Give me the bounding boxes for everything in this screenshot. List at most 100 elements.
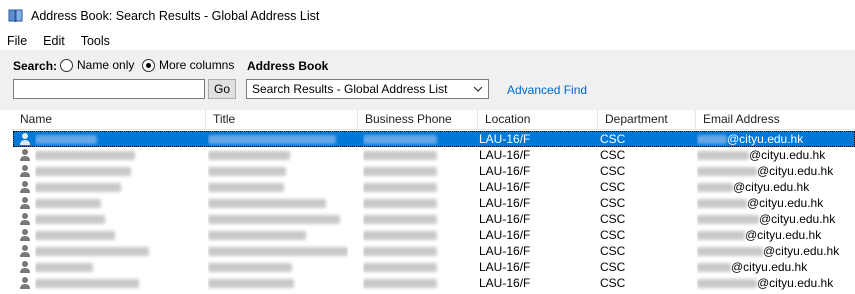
location-cell: LAU-16/F (479, 164, 531, 178)
user-icon (19, 180, 31, 194)
name-cell (35, 195, 195, 211)
search-toolbar: Search: Name only More columns Address B… (0, 50, 855, 110)
table-row[interactable]: LAU-16/F CSC @cityu.edu.hk (13, 147, 855, 163)
email-domain: @cityu.edu.hk (757, 276, 834, 290)
phone-cell (363, 243, 463, 259)
user-icon (19, 132, 31, 146)
radio-circle-checked[interactable] (142, 58, 155, 72)
name-cell (35, 275, 195, 291)
user-icon (19, 196, 31, 210)
location-cell: LAU-16/F (479, 212, 531, 226)
department-cell: CSC (600, 164, 626, 178)
table-row[interactable]: LAU-16/F CSC @cityu.edu.hk (13, 211, 855, 227)
table-row[interactable]: LAU-16/F CSC @cityu.edu.hk (13, 227, 855, 243)
address-book-icon (8, 9, 24, 23)
phone-cell (363, 147, 463, 163)
title-cell (208, 163, 348, 179)
phone-cell (363, 275, 463, 291)
radio-more-columns-label: More columns (159, 58, 235, 72)
department-cell: CSC (600, 260, 626, 274)
name-cell (35, 147, 195, 163)
email-domain: @cityu.edu.hk (731, 260, 808, 274)
table-row[interactable]: LAU-16/F CSC @cityu.edu.hk (13, 275, 855, 291)
location-cell: LAU-16/F (479, 260, 531, 274)
department-cell: CSC (600, 148, 626, 162)
title-cell (208, 195, 348, 211)
user-icon (19, 148, 31, 162)
location-cell: LAU-16/F (479, 276, 531, 290)
title-cell (208, 211, 348, 227)
title-cell (208, 259, 348, 275)
table-row[interactable]: LAU-16/F CSC @cityu.edu.hk (13, 131, 855, 147)
menu-file[interactable]: File (0, 34, 35, 48)
title-cell (208, 131, 348, 147)
go-button[interactable]: Go (208, 79, 236, 99)
department-cell: CSC (600, 212, 626, 226)
email-cell: @cityu.edu.hk (697, 163, 855, 179)
address-book-select[interactable]: Search Results - Global Address List (246, 79, 489, 99)
results-header: Name Title Business Phone Location Depar… (13, 110, 855, 130)
column-header-department[interactable]: Department (598, 110, 696, 130)
department-cell: CSC (600, 228, 626, 242)
chevron-down-icon[interactable] (473, 83, 483, 93)
email-domain: @cityu.edu.hk (747, 196, 824, 210)
menu-bar: File Edit Tools (0, 32, 855, 50)
email-domain: @cityu.edu.hk (757, 164, 834, 178)
table-row[interactable]: LAU-16/F CSC @cityu.edu.hk (13, 195, 855, 211)
user-icon (19, 260, 31, 274)
advanced-find-link[interactable]: Advanced Find (507, 83, 587, 97)
department-cell: CSC (600, 196, 626, 210)
menu-edit[interactable]: Edit (35, 34, 73, 48)
phone-cell (363, 227, 463, 243)
user-icon (19, 244, 31, 258)
column-header-location[interactable]: Location (478, 110, 598, 130)
email-domain: @cityu.edu.hk (745, 228, 822, 242)
location-cell: LAU-16/F (479, 228, 531, 242)
location-cell: LAU-16/F (479, 132, 531, 146)
name-cell (35, 227, 195, 243)
results-list: LAU-16/F CSC @cityu.edu.hk LAU-16/F CSC … (13, 131, 855, 294)
email-domain: @cityu.edu.hk (759, 212, 836, 226)
table-row[interactable]: LAU-16/F CSC @cityu.edu.hk (13, 259, 855, 275)
menu-tools[interactable]: Tools (73, 34, 118, 48)
radio-circle[interactable] (60, 58, 73, 72)
title-cell (208, 147, 348, 163)
email-cell: @cityu.edu.hk (697, 211, 855, 227)
email-cell: @cityu.edu.hk (697, 179, 855, 195)
email-cell: @cityu.edu.hk (697, 275, 855, 291)
phone-cell (363, 163, 463, 179)
location-cell: LAU-16/F (479, 180, 531, 194)
user-icon (19, 228, 31, 242)
title-bar: Address Book: Search Results - Global Ad… (0, 0, 855, 32)
name-cell (35, 211, 195, 227)
name-cell (35, 131, 195, 147)
phone-cell (363, 179, 463, 195)
column-header-business-phone[interactable]: Business Phone (358, 110, 478, 130)
email-cell: @cityu.edu.hk (697, 243, 855, 259)
column-header-email[interactable]: Email Address (696, 110, 855, 130)
email-domain: @cityu.edu.hk (763, 244, 840, 258)
email-cell: @cityu.edu.hk (697, 147, 855, 163)
address-book-label: Address Book (247, 59, 329, 73)
radio-name-only-label: Name only (77, 58, 135, 72)
table-row[interactable]: LAU-16/F CSC @cityu.edu.hk (13, 179, 855, 195)
radio-more-columns[interactable]: More columns (142, 58, 234, 72)
column-header-name[interactable]: Name (13, 110, 206, 130)
table-row[interactable]: LAU-16/F CSC @cityu.edu.hk (13, 163, 855, 179)
title-cell (208, 275, 348, 291)
department-cell: CSC (600, 244, 626, 258)
email-domain: @cityu.edu.hk (727, 132, 804, 146)
phone-cell (363, 131, 463, 147)
email-cell: @cityu.edu.hk (697, 195, 855, 211)
email-cell: @cityu.edu.hk (697, 131, 855, 147)
radio-name-only[interactable]: Name only (60, 58, 134, 72)
email-cell: @cityu.edu.hk (697, 227, 855, 243)
title-cell (208, 243, 348, 259)
search-input[interactable] (13, 79, 205, 99)
column-header-title[interactable]: Title (206, 110, 358, 130)
title-cell (208, 179, 348, 195)
table-row[interactable]: LAU-16/F CSC @cityu.edu.hk (13, 243, 855, 259)
name-cell (35, 259, 195, 275)
department-cell: CSC (600, 132, 626, 146)
name-cell (35, 163, 195, 179)
